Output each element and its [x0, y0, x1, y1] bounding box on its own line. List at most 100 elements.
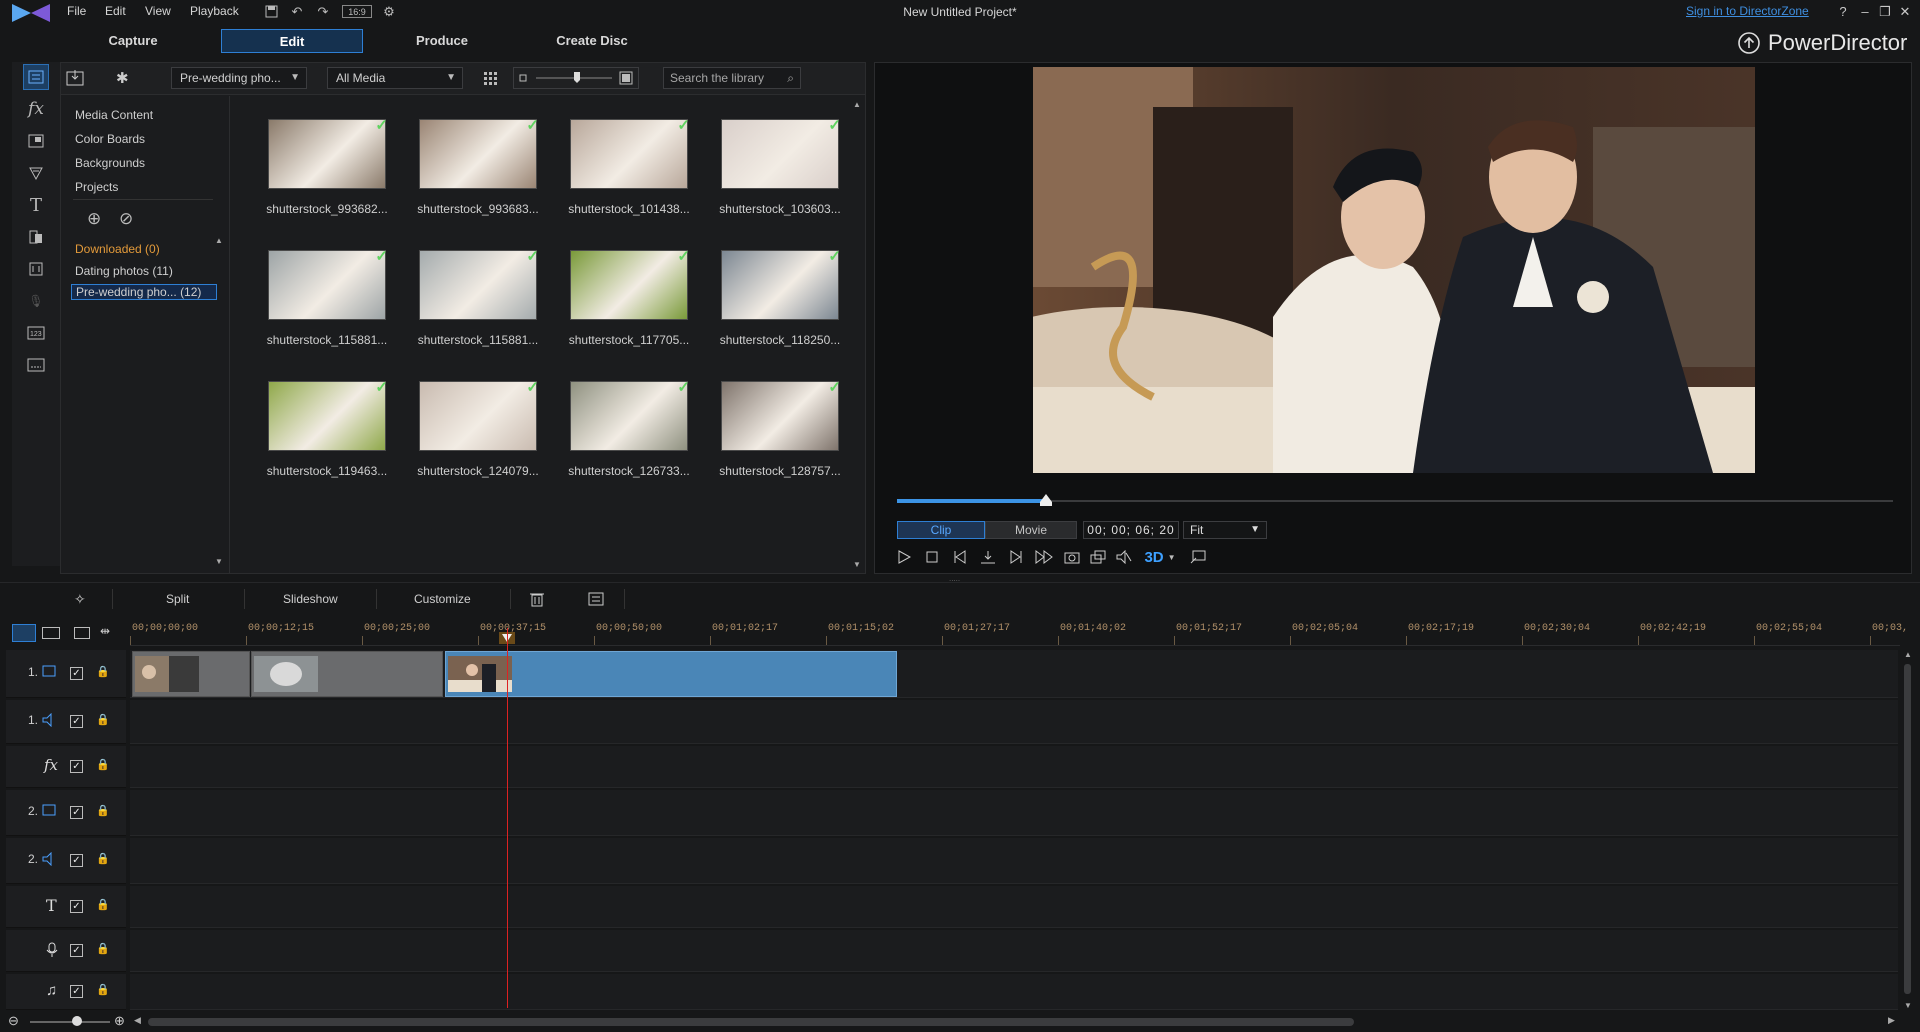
media-thumbnail[interactable]: ✓ [721, 248, 841, 320]
particle-room-icon[interactable] [23, 160, 49, 186]
zoom-fit-dropdown[interactable]: Fit ▼ [1183, 521, 1267, 539]
tree-scrollbar[interactable]: ▲ ▼ [213, 236, 225, 566]
timeline-clip[interactable] [132, 651, 250, 697]
zoom-slider[interactable] [30, 1021, 110, 1023]
splitter-grip[interactable]: ..... [949, 575, 969, 583]
external-display-icon[interactable] [1187, 547, 1209, 567]
volume-mute-icon[interactable] [1113, 547, 1135, 567]
timeline-view-icon[interactable] [12, 624, 36, 642]
help-button[interactable]: ? [1834, 4, 1852, 20]
track-enable-checkbox[interactable]: ✓ [70, 944, 83, 957]
track-fx[interactable] [130, 746, 1898, 788]
split-button[interactable]: Split [166, 592, 189, 606]
thumbnail-size-slider[interactable] [513, 67, 639, 89]
track-enable-checkbox[interactable]: ✓ [70, 667, 83, 680]
menu-file[interactable]: File [67, 4, 86, 18]
customize-button[interactable]: Customize [414, 592, 471, 606]
stop-icon[interactable] [921, 547, 943, 567]
track-audio-1[interactable] [130, 700, 1898, 744]
play-icon[interactable] [893, 547, 915, 567]
magic-tools-icon[interactable]: ✧ [74, 591, 86, 608]
track-title[interactable] [130, 886, 1898, 928]
track-enable-checkbox[interactable]: ✓ [70, 854, 83, 867]
sign-in-link[interactable]: Sign in to DirectorZone [1686, 4, 1809, 18]
movie-mode-button[interactable]: Movie [985, 521, 1077, 539]
add-tag-icon[interactable]: ⊕ [87, 209, 111, 231]
remove-tag-icon[interactable]: ⊘ [119, 209, 143, 231]
track-enable-checkbox[interactable]: ✓ [70, 715, 83, 728]
tree-media-content[interactable]: Media Content [75, 108, 153, 122]
snapshot-camera-icon[interactable] [1061, 547, 1083, 567]
minimize-button[interactable]: – [1856, 4, 1874, 20]
import-media-icon[interactable] [66, 69, 86, 87]
zoom-in-icon[interactable]: ⊕ [114, 1013, 125, 1029]
media-thumbnail[interactable]: ✓ [419, 379, 539, 451]
fx-room-icon[interactable]: fx [23, 96, 49, 122]
lock-icon[interactable]: 🔒 [96, 804, 110, 817]
lock-icon[interactable]: 🔒 [96, 665, 110, 678]
tree-backgrounds[interactable]: Backgrounds [75, 156, 145, 170]
lock-icon[interactable]: 🔒 [96, 713, 110, 726]
scroll-left-icon[interactable]: ◀ [134, 1015, 141, 1026]
timeline-ruler[interactable]: 00;00;00;00 00;00;12;15 00;00;25;00 00;00;3… [130, 620, 1908, 646]
tree-downloaded[interactable]: Downloaded (0) [75, 242, 160, 256]
lock-icon[interactable]: 🔒 [96, 983, 110, 996]
transition-room-icon[interactable] [23, 224, 49, 250]
track-manager-icon[interactable] [74, 627, 90, 639]
split-marker-icon[interactable] [977, 547, 999, 567]
media-thumbnail[interactable]: ✓ [721, 117, 841, 189]
lock-icon[interactable]: 🔒 [96, 758, 110, 771]
media-thumbnail[interactable]: ✓ [721, 379, 841, 451]
track-video-2[interactable] [130, 790, 1898, 836]
menu-view[interactable]: View [145, 4, 171, 18]
clip-attributes-icon[interactable] [588, 591, 604, 607]
track-enable-checkbox[interactable]: ✓ [70, 806, 83, 819]
media-thumbnail[interactable]: ✓ [570, 248, 690, 320]
track-music[interactable] [130, 974, 1898, 1010]
tab-create-disc[interactable]: Create Disc [552, 29, 632, 53]
undo-icon[interactable]: ↶ [288, 3, 306, 20]
track-voice[interactable] [130, 930, 1898, 972]
scroll-right-icon[interactable]: ▶ [1888, 1015, 1895, 1026]
chapter-room-icon[interactable]: 123 [23, 320, 49, 346]
media-thumbnail[interactable]: ✓ [570, 379, 690, 451]
lock-icon[interactable]: 🔒 [96, 942, 110, 955]
menu-edit[interactable]: Edit [105, 4, 126, 18]
next-frame-icon[interactable] [1005, 547, 1027, 567]
timeline-vertical-scrollbar[interactable]: ▲ ▼ [1900, 650, 1916, 1010]
tree-dating-photos[interactable]: Dating photos (11) [75, 264, 173, 278]
storyboard-view-icon[interactable] [42, 627, 60, 639]
voice-over-room-icon[interactable]: 🎙 [23, 288, 49, 314]
grid-scrollbar[interactable]: ▲ ▼ [849, 96, 865, 573]
tab-capture[interactable]: Capture [100, 29, 166, 53]
preview-scrub-handle[interactable] [1040, 494, 1053, 506]
aspect-ratio-button[interactable]: 16:9 [342, 5, 372, 18]
tree-prewedding-photos[interactable]: Pre-wedding pho... (12) [71, 284, 217, 300]
media-filter-dropdown[interactable]: All Media ▼ [327, 67, 463, 89]
slideshow-button[interactable]: Slideshow [283, 592, 338, 606]
library-search-input[interactable]: Search the library ⌕ [663, 67, 801, 89]
timeline-horizontal-scrollbar[interactable] [148, 1018, 1354, 1026]
zoom-out-icon[interactable]: ⊖ [8, 1013, 19, 1029]
media-room-icon[interactable] [23, 64, 49, 90]
media-thumbnail[interactable]: ✓ [268, 379, 388, 451]
media-thumbnail[interactable]: ✓ [268, 117, 388, 189]
redo-icon[interactable]: ↷ [314, 3, 332, 20]
grid-view-icon[interactable] [483, 71, 499, 87]
close-button[interactable]: ✕ [1896, 4, 1914, 20]
timecode-display[interactable]: 00; 00; 06; 20 [1083, 521, 1179, 539]
track-enable-checkbox[interactable]: ✓ [70, 985, 83, 998]
track-audio-2[interactable] [130, 838, 1898, 884]
zoom-slider-handle[interactable] [72, 1016, 82, 1026]
track-enable-checkbox[interactable]: ✓ [70, 900, 83, 913]
previous-frame-icon[interactable] [949, 547, 971, 567]
timeline-clip[interactable] [251, 651, 443, 697]
lock-icon[interactable]: 🔒 [96, 852, 110, 865]
undock-window-icon[interactable] [1087, 547, 1109, 567]
timeline-clip-selected[interactable] [445, 651, 897, 697]
preview-video-frame[interactable] [1033, 67, 1755, 473]
tree-color-boards[interactable]: Color Boards [75, 132, 145, 146]
track-enable-checkbox[interactable]: ✓ [70, 760, 83, 773]
tree-projects[interactable]: Projects [75, 180, 118, 194]
lock-icon[interactable]: 🔒 [96, 898, 110, 911]
